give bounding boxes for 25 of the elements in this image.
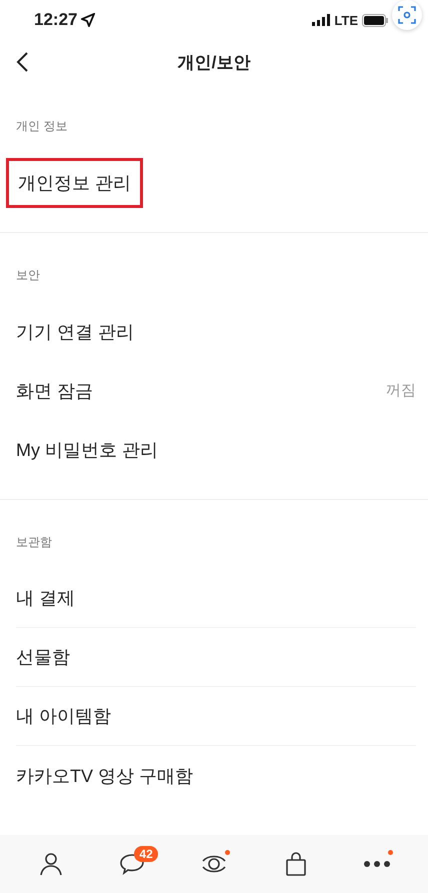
menu-item[interactable]: 개인정보 관리: [6, 158, 144, 208]
back-icon: [15, 51, 29, 73]
network-label: LTE: [334, 12, 358, 28]
section-label: 보안: [16, 267, 41, 284]
section-label: 개인 정보: [16, 118, 68, 135]
more-icon: [363, 860, 392, 868]
setting-value: 꺼짐: [386, 381, 416, 400]
menu-item[interactable]: My 비밀번호 관리: [16, 438, 158, 462]
menu-item[interactable]: 카카오TV 영상 구매함: [16, 764, 194, 788]
unread-badge: 42: [134, 846, 158, 862]
status-time: 12:27: [34, 10, 78, 30]
scan-icon: [398, 6, 416, 24]
menu-item[interactable]: 내 결제: [16, 586, 76, 610]
notification-dot: [388, 850, 394, 855]
notification-dot: [224, 850, 230, 855]
location-arrow-icon: [81, 13, 96, 27]
menu-item[interactable]: 기기 연결 관리: [16, 320, 134, 344]
scan-button[interactable]: [392, 0, 422, 30]
signal-icon: [312, 14, 330, 26]
section-label: 보관함: [16, 534, 53, 551]
menu-item[interactable]: 내 아이템함: [16, 704, 112, 728]
page-title: 개인/보안: [178, 52, 250, 74]
battery-icon: [362, 14, 388, 26]
menu-item[interactable]: 화면 잠금: [16, 378, 94, 402]
menu-item[interactable]: 선물함: [16, 645, 70, 669]
